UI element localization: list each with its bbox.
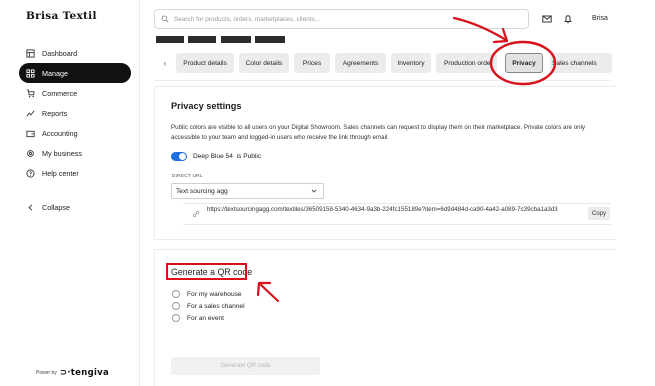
radio-option-warehouse[interactable]: For my warehouse bbox=[172, 290, 242, 298]
gear-icon bbox=[26, 149, 35, 158]
sidebar-item-help-center[interactable]: Help center bbox=[19, 163, 131, 183]
tab-product-details[interactable]: Product details bbox=[176, 53, 234, 73]
tabs-divider bbox=[154, 80, 610, 81]
radio-option-event[interactable]: For an event bbox=[172, 314, 224, 322]
sidebar-item-label: Help center bbox=[42, 168, 79, 178]
sidebar-item-label: Dashboard bbox=[42, 48, 78, 58]
tab-inventory[interactable]: Inventory bbox=[391, 53, 431, 73]
generate-qr-button[interactable]: Generate QR code bbox=[171, 357, 320, 375]
grid-icon bbox=[26, 68, 35, 78]
radio-option-sales-channel[interactable]: For a sales channel bbox=[172, 302, 245, 310]
radio-button[interactable] bbox=[172, 314, 180, 322]
radio-label: For an event bbox=[187, 314, 225, 322]
toggle-label: Deep Blue 54 is Public bbox=[193, 153, 261, 160]
tabs-scroll-left-button[interactable]: ‹ bbox=[158, 53, 172, 73]
visibility-status: is Public bbox=[236, 153, 262, 160]
tab-agreements[interactable]: Agreements bbox=[335, 53, 386, 73]
wallet-icon bbox=[26, 129, 35, 138]
tab-sales-channels[interactable]: Sales channels bbox=[550, 53, 612, 73]
search-bar[interactable] bbox=[154, 9, 529, 29]
brand-name: Brisa Textil bbox=[26, 10, 97, 22]
sidebar: Brisa Textil Dashboard Manage Commerce R… bbox=[0, 0, 140, 386]
sidebar-item-commerce[interactable]: Commerce bbox=[19, 83, 131, 103]
cart-icon bbox=[26, 88, 35, 98]
radio-button[interactable] bbox=[172, 302, 180, 310]
color-thumbnail[interactable] bbox=[255, 36, 285, 43]
radio-label: For a sales channel bbox=[187, 302, 245, 310]
privacy-settings-title: Privacy settings bbox=[171, 101, 242, 111]
tab-prices[interactable]: Prices bbox=[294, 53, 330, 73]
chart-icon bbox=[26, 109, 35, 118]
annotation-highlight-box bbox=[166, 263, 247, 280]
tengiva-logo: ⊃·tengiva bbox=[59, 368, 110, 378]
sales-channel-select[interactable]: Text sourcing agg bbox=[171, 183, 324, 199]
user-name[interactable]: Brisa bbox=[592, 15, 608, 22]
chevron-left-icon bbox=[26, 203, 35, 212]
sidebar-item-label: My business bbox=[42, 148, 82, 158]
tab-production-order[interactable]: Production order bbox=[436, 53, 497, 73]
tengiva-logo-text: tengiva bbox=[70, 368, 110, 378]
collapse-label: Collapse bbox=[42, 202, 70, 212]
collapse-button[interactable]: Collapse bbox=[19, 197, 131, 217]
sidebar-item-label: Accounting bbox=[42, 128, 78, 138]
direct-url-label: DIRECT URL bbox=[172, 174, 203, 179]
bell-icon[interactable] bbox=[563, 14, 573, 24]
direct-url-text: https://textsourcingagg.com/textiles/365… bbox=[207, 206, 558, 213]
sidebar-item-accounting[interactable]: Accounting bbox=[19, 123, 131, 143]
search-icon bbox=[161, 15, 169, 23]
privacy-description: Public colors are visible to all users o… bbox=[171, 124, 586, 141]
public-toggle[interactable] bbox=[171, 152, 187, 161]
color-thumbnail[interactable] bbox=[221, 36, 251, 43]
powered-by-label: Power by bbox=[36, 370, 57, 376]
sidebar-item-label: Commerce bbox=[42, 88, 78, 98]
radio-button[interactable] bbox=[172, 290, 180, 298]
help-icon bbox=[26, 168, 35, 178]
color-name: Deep Blue 54 bbox=[193, 153, 233, 160]
sidebar-item-my-business[interactable]: My business bbox=[19, 143, 131, 163]
chevron-down-icon bbox=[311, 189, 317, 193]
sidebar-item-label: Manage bbox=[42, 68, 68, 78]
sidebar-item-dashboard[interactable]: Dashboard bbox=[19, 43, 131, 63]
sidebar-item-manage[interactable]: Manage bbox=[19, 63, 131, 83]
color-thumbnail[interactable] bbox=[156, 36, 184, 43]
tab-color-details[interactable]: Color details bbox=[239, 53, 289, 73]
sidebar-item-label: Reports bbox=[42, 108, 68, 118]
mail-icon[interactable] bbox=[542, 14, 552, 24]
search-input[interactable] bbox=[174, 15, 514, 23]
select-value: Text sourcing agg bbox=[176, 187, 228, 195]
tab-privacy[interactable]: Privacy bbox=[505, 53, 543, 73]
powered-by: Power by ⊃·tengiva bbox=[36, 368, 109, 378]
copy-button[interactable]: Copy bbox=[588, 207, 610, 220]
link-icon bbox=[192, 210, 200, 218]
color-thumbnail[interactable] bbox=[188, 36, 216, 43]
dashboard-icon bbox=[26, 48, 35, 58]
radio-label: For my warehouse bbox=[187, 290, 242, 298]
sidebar-item-reports[interactable]: Reports bbox=[19, 103, 131, 123]
